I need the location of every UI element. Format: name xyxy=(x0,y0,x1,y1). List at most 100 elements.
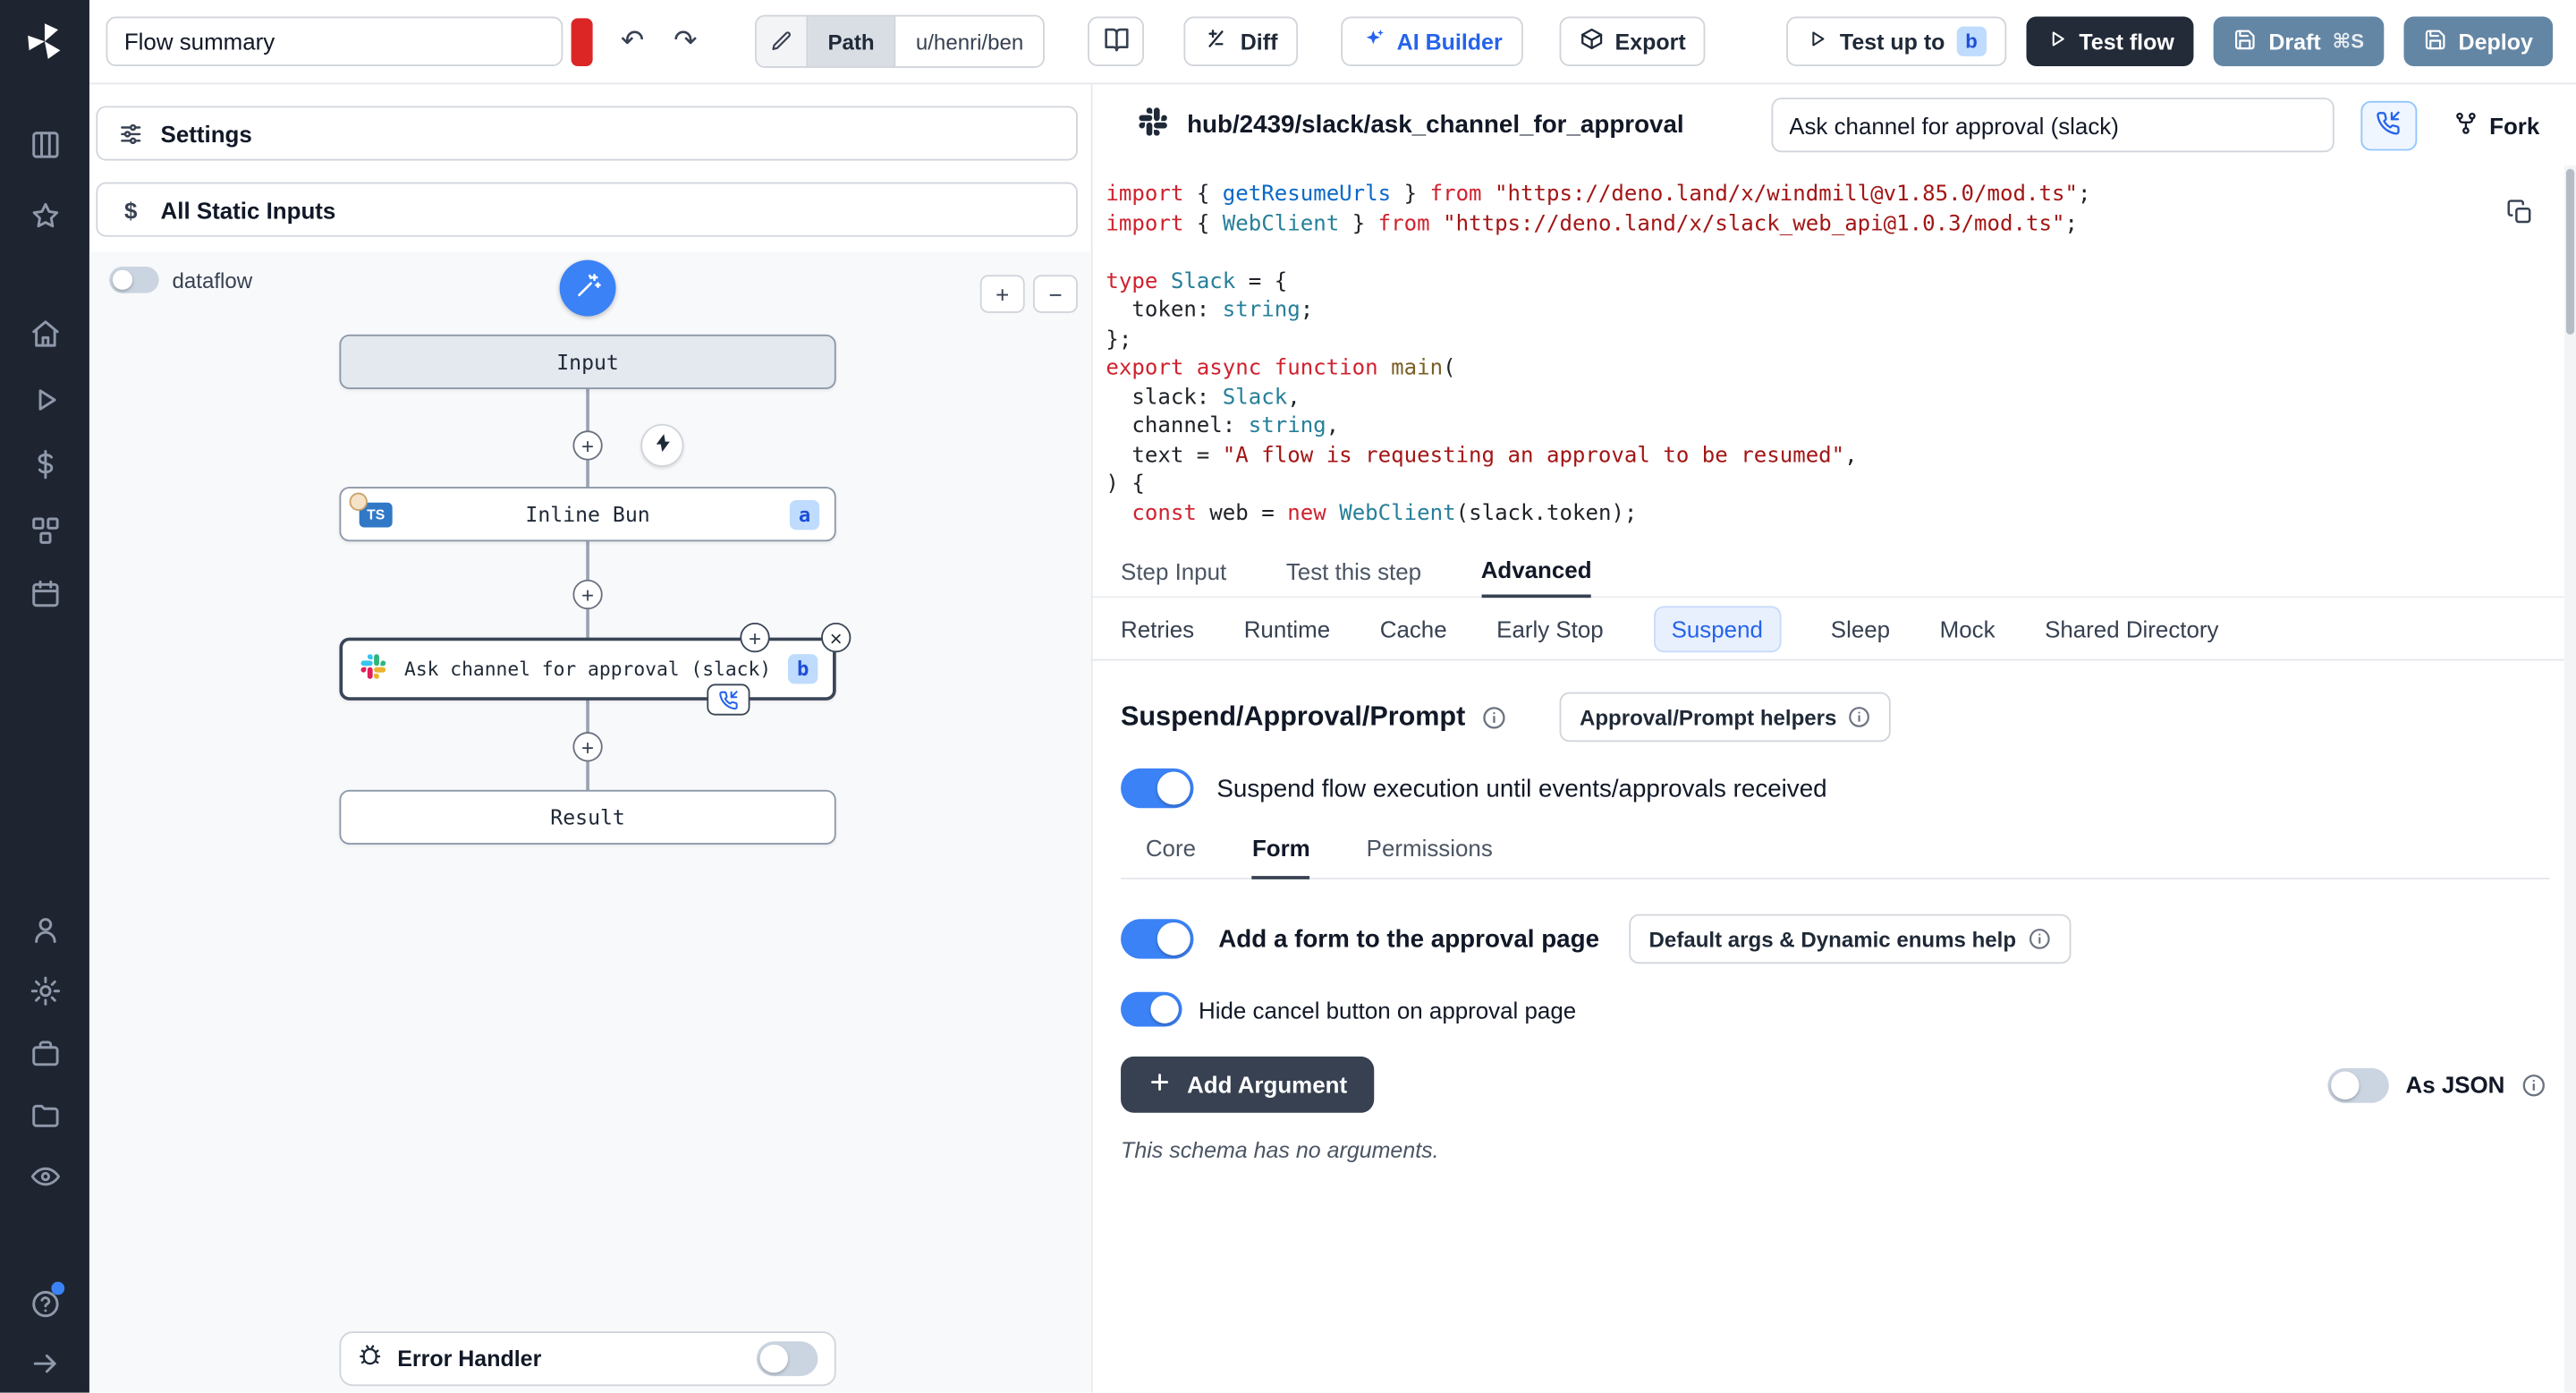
book-open-icon xyxy=(1102,25,1130,58)
tab-cache[interactable]: Cache xyxy=(1380,616,1447,642)
tab-retries[interactable]: Retries xyxy=(1121,616,1194,642)
play-runs-icon[interactable] xyxy=(0,369,89,429)
copy-code-button[interactable] xyxy=(2506,199,2533,230)
tab-step-input[interactable]: Step Input xyxy=(1121,558,1226,597)
info-icon[interactable] xyxy=(2521,1072,2546,1097)
approval-helpers-button[interactable]: Approval/Prompt helpers xyxy=(1560,692,1892,743)
test-flow-button[interactable]: Test flow xyxy=(2026,17,2194,67)
tab-shared-directory[interactable]: Shared Directory xyxy=(2045,616,2218,642)
error-handler-row[interactable]: Error Handler xyxy=(339,1331,835,1386)
slack-icon xyxy=(360,654,386,684)
scrollbar[interactable] xyxy=(2564,166,2576,1393)
briefcase-icon[interactable] xyxy=(0,1024,89,1083)
suspend-approval-badge xyxy=(707,684,750,715)
step-badge: a xyxy=(790,499,819,529)
folder-icon[interactable] xyxy=(0,1084,89,1144)
subtab-form[interactable]: Form xyxy=(1252,835,1310,879)
subtab-core[interactable]: Core xyxy=(1146,835,1196,878)
ai-wand-button[interactable] xyxy=(560,260,616,317)
draft-label: Draft xyxy=(2268,29,2320,54)
gear-icon[interactable] xyxy=(0,961,89,1021)
home-icon[interactable] xyxy=(0,303,89,363)
error-handler-toggle[interactable] xyxy=(757,1341,818,1376)
tab-runtime[interactable]: Runtime xyxy=(1244,616,1331,642)
default-args-help-label: Default args & Dynamic enums help xyxy=(1649,927,2016,952)
test-up-to-button[interactable]: Test up tob xyxy=(1787,17,2006,67)
diff-label: Diff xyxy=(1241,29,1278,54)
suspend-toggle-label: Suspend flow execution until events/appr… xyxy=(1216,774,1826,802)
path-editor[interactable]: Path u/henri/ben xyxy=(755,15,1045,68)
help-icon[interactable] xyxy=(0,1273,89,1333)
dataflow-toggle[interactable] xyxy=(109,267,159,293)
as-json-toggle[interactable] xyxy=(2328,1067,2389,1102)
info-icon[interactable] xyxy=(1482,705,1507,730)
calendar-icon[interactable] xyxy=(0,563,89,623)
save-icon xyxy=(2233,28,2257,55)
add-branch-button[interactable]: + xyxy=(740,623,769,652)
docs-button[interactable] xyxy=(1088,17,1144,67)
code-content[interactable]: import { getResumeUrls } from "https://d… xyxy=(1106,181,2510,529)
draft-button[interactable]: Draft⌘S xyxy=(2214,17,2384,67)
scrollbar-thumb[interactable] xyxy=(2566,169,2574,335)
static-inputs-row[interactable]: $ All Static Inputs xyxy=(96,183,1078,237)
user-icon[interactable] xyxy=(0,899,89,959)
dollar-icon[interactable] xyxy=(0,434,89,494)
hide-cancel-toggle[interactable] xyxy=(1121,992,1182,1027)
as-json-label: As JSON xyxy=(2406,1072,2505,1099)
bolt-icon xyxy=(651,432,673,459)
fork-button[interactable]: Fork xyxy=(2443,108,2549,141)
blocks-icon[interactable] xyxy=(0,500,89,560)
advanced-tabs: Retries Runtime Cache Early Stop Suspend… xyxy=(1093,598,2576,660)
flow-node-inline-bun[interactable]: TS Inline Bun a xyxy=(339,487,835,541)
trigger-bolt-button[interactable] xyxy=(640,424,683,467)
app-sidebar xyxy=(0,0,89,1393)
insert-step-button[interactable]: + xyxy=(572,580,602,609)
flow-graph-canvas[interactable]: dataflow + − Input + TS Inline Bun a xyxy=(89,251,1091,1392)
default-args-help-button[interactable]: Default args & Dynamic enums help xyxy=(1629,914,2071,964)
flow-settings-row[interactable]: Settings xyxy=(96,106,1078,160)
tab-sleep[interactable]: Sleep xyxy=(1831,616,1890,642)
deploy-button[interactable]: Deploy xyxy=(2403,17,2553,67)
tab-advanced[interactable]: Advanced xyxy=(1481,556,1592,598)
windmill-logo-icon[interactable] xyxy=(23,20,66,71)
tab-test-this-step[interactable]: Test this step xyxy=(1286,558,1421,597)
zoom-out-button[interactable]: − xyxy=(1033,275,1078,313)
bun-icon xyxy=(350,492,368,510)
star-icon[interactable] xyxy=(0,185,89,245)
arrow-right-icon[interactable] xyxy=(0,1333,89,1393)
ai-builder-button[interactable]: AI Builder xyxy=(1341,17,1522,67)
tab-mock[interactable]: Mock xyxy=(1940,616,1996,642)
plus-icon: + xyxy=(996,281,1009,308)
code-editor[interactable]: import { getResumeUrls } from "https://d… xyxy=(1093,166,2576,545)
insert-step-button[interactable]: + xyxy=(572,732,602,761)
add-form-toggle[interactable] xyxy=(1121,919,1193,958)
flow-summary-input[interactable] xyxy=(106,17,563,67)
pencil-icon xyxy=(757,17,808,67)
redo-icon: ↷ xyxy=(674,25,697,58)
redo-button[interactable]: ↷ xyxy=(659,17,712,67)
fork-label: Fork xyxy=(2489,112,2539,139)
suspend-toggle[interactable] xyxy=(1121,769,1193,808)
zoom-in-button[interactable]: + xyxy=(980,275,1025,313)
undo-button[interactable]: ↶ xyxy=(606,17,658,67)
tab-suspend[interactable]: Suspend xyxy=(1653,606,1781,652)
eye-icon[interactable] xyxy=(0,1146,89,1206)
ai-builder-label: AI Builder xyxy=(1397,29,1503,54)
package-icon xyxy=(1579,27,1604,56)
kanban-icon[interactable] xyxy=(0,115,89,174)
suspend-indicator-button[interactable] xyxy=(2360,100,2417,150)
path-value[interactable]: u/henri/ben xyxy=(896,17,1044,67)
diff-button[interactable]: Diff xyxy=(1184,17,1298,67)
delete-step-button[interactable]: × xyxy=(821,623,851,652)
add-argument-button[interactable]: Add Argument xyxy=(1121,1057,1374,1113)
flow-node-result[interactable]: Result xyxy=(339,790,835,845)
export-button[interactable]: Export xyxy=(1559,17,1706,67)
flow-node-input[interactable]: Input xyxy=(339,335,835,389)
close-icon: × xyxy=(830,627,843,649)
export-label: Export xyxy=(1615,29,1686,54)
insert-step-button[interactable]: + xyxy=(572,430,602,460)
toolbar: ↶ ↷ Path u/henri/ben Diff AI Builder Exp… xyxy=(89,0,2576,84)
tab-early-stop[interactable]: Early Stop xyxy=(1496,616,1604,642)
subtab-permissions[interactable]: Permissions xyxy=(1367,835,1493,878)
step-title-input[interactable] xyxy=(1771,98,2334,152)
